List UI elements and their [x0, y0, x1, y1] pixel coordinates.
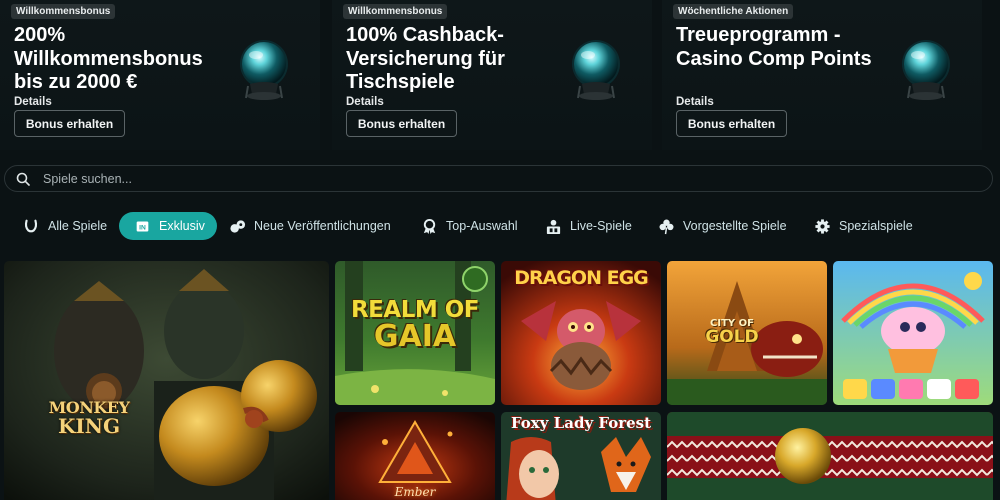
promo-title: 100% Cashback-Versicherung für Tischspie… — [346, 24, 505, 93]
tab-new-releases[interactable]: Neue Veröffentlichungen — [228, 212, 391, 240]
game-logo-line: KING — [57, 414, 121, 438]
game-logo-line: EGG — [606, 267, 649, 289]
promo-card-welcome-bonus[interactable]: Willkommensbonus 200% Willkommensbonus b… — [0, 0, 320, 150]
gear-icon — [813, 217, 831, 235]
tab-label: Vorgestellte Spiele — [683, 219, 787, 233]
game-logo-line: DRAGON — [514, 267, 602, 289]
search-input[interactable] — [43, 169, 943, 189]
tab-live-games[interactable]: Live-Spiele — [544, 212, 632, 240]
get-bonus-button[interactable]: Bonus erhalten — [676, 110, 787, 137]
award-icon — [420, 217, 438, 235]
tab-label: Live-Spiele — [570, 219, 632, 233]
game-logo: DRAGON EGG — [501, 267, 661, 289]
game-logo-line: GAIA — [373, 319, 457, 354]
game-tile-dragon-egg[interactable]: DRAGON EGG — [501, 261, 661, 405]
promo-badge: Willkommensbonus — [343, 4, 448, 19]
tab-featured-games[interactable]: Vorgestellte Spiele — [657, 212, 787, 240]
game-tile-foxy-lady-forest[interactable]: Foxy Lady Forest — [501, 412, 661, 500]
game-tile-candy[interactable] — [833, 261, 993, 405]
game-tile-holiday[interactable] — [667, 412, 993, 500]
exclusive-icon: IN — [133, 217, 151, 235]
tab-top-picks[interactable]: Top-Auswahl — [420, 212, 518, 240]
crystal-ball-icon — [898, 38, 954, 104]
promo-title: Treueprogramm - Casino Comp Points — [676, 24, 872, 70]
clover-icon — [657, 217, 675, 235]
tab-all-games[interactable]: Alle Spiele — [22, 212, 107, 240]
game-logo-line: GOLD — [705, 327, 759, 347]
svg-text:IN: IN — [139, 224, 146, 231]
promo-badge: Wöchentliche Aktionen — [673, 4, 794, 19]
tab-label: Alle Spiele — [48, 219, 108, 233]
live-dealer-icon — [544, 217, 562, 235]
game-tile-realm-of-gaia[interactable]: REALM OF GAIA — [335, 261, 495, 405]
promo-row: Willkommensbonus 200% Willkommensbonus b… — [0, 0, 1000, 150]
search-icon[interactable] — [16, 172, 30, 186]
game-logo: REALM OF GAIA — [335, 297, 495, 354]
promo-title: 200% Willkommensbonus bis zu 2000 € — [14, 24, 203, 93]
crystal-ball-icon — [236, 38, 292, 104]
game-tile-monkey-king[interactable]: MONKEY KING — [4, 261, 329, 500]
game-logo: MONKEY KING — [44, 398, 134, 438]
tab-label: Spezialspiele — [839, 219, 913, 233]
horseshoe-icon — [22, 217, 40, 235]
game-tile-ember[interactable]: Ember — [335, 412, 495, 500]
game-logo: Ember — [394, 485, 436, 499]
promo-details-link[interactable]: Details — [676, 96, 714, 108]
tab-label: Neue Veröffentlichungen — [254, 219, 391, 233]
crystal-ball-icon — [568, 38, 624, 104]
promo-card-cashback[interactable]: Willkommensbonus 100% Cashback-Versicher… — [332, 0, 652, 150]
promo-card-loyalty[interactable]: Wöchentliche Aktionen Treueprogramm - Ca… — [662, 0, 982, 150]
game-logo: CITY OF GOLD — [697, 318, 767, 347]
tab-label: Exklusiv — [159, 219, 205, 233]
tab-exclusive[interactable]: IN Exklusiv — [119, 212, 217, 240]
game-search-bar[interactable] — [4, 165, 993, 192]
new-releases-icon — [228, 217, 246, 235]
promo-badge: Willkommensbonus — [11, 4, 116, 19]
tab-label: Top-Auswahl — [446, 219, 518, 233]
category-tabs: Alle Spiele IN Exklusiv Neue Veröffentli… — [0, 210, 1000, 242]
game-logo: Foxy Lady Forest — [510, 414, 652, 432]
game-tile-city-of-gold[interactable]: CITY OF GOLD — [667, 261, 827, 405]
promo-details-link[interactable]: Details — [346, 96, 384, 108]
tab-special-games[interactable]: Spezialspiele — [813, 212, 913, 240]
get-bonus-button[interactable]: Bonus erhalten — [346, 110, 457, 137]
promo-details-link[interactable]: Details — [14, 96, 52, 108]
get-bonus-button[interactable]: Bonus erhalten — [14, 110, 125, 137]
